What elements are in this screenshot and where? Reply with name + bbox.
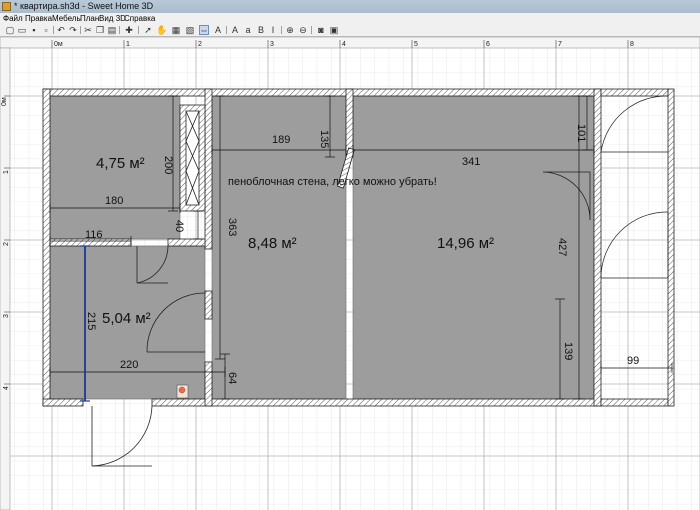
save-icon[interactable]: ▪ [29, 25, 39, 35]
pan-icon[interactable]: ✋ [156, 25, 167, 35]
bold-text-icon[interactable]: B [256, 25, 266, 35]
dim-label-189: 189 [272, 134, 290, 146]
top-ruler[interactable] [0, 37, 700, 49]
ruler-top-2: 2 [198, 41, 202, 48]
ruler-left-0: 0м [1, 97, 8, 106]
save-as-icon[interactable]: ▫ [41, 25, 51, 35]
new-icon[interactable]: ▢ [5, 25, 15, 35]
open-icon[interactable]: ▭ [17, 25, 27, 35]
dim-label-363: 363 [226, 218, 238, 236]
increase-text-icon[interactable]: A [230, 25, 240, 35]
dim-label-135: 135 [318, 130, 330, 148]
dim-label-200: 200 [162, 156, 174, 174]
window-title: * квартира.sh3d - Sweet Home 3D [14, 1, 154, 11]
paste-icon[interactable]: ▤ [107, 25, 117, 35]
ruler-top-8: 8 [630, 41, 634, 48]
decrease-text-icon[interactable]: a [243, 25, 253, 35]
zoom-out-icon[interactable]: ⊖ [298, 25, 308, 35]
create-rooms-icon[interactable]: ▧ [185, 25, 195, 35]
add-furniture-icon[interactable]: ✚ [124, 25, 134, 35]
menu-furniture[interactable]: Мебель [52, 13, 81, 24]
create-video-icon[interactable]: ▣ [329, 25, 339, 35]
menu-help[interactable]: Справка [124, 13, 155, 24]
create-dimensions-icon[interactable]: ⇔ [199, 25, 209, 35]
create-walls-icon[interactable]: ▦ [171, 25, 181, 35]
ruler-left-3: 3 [3, 314, 10, 318]
ruler-left-1: 1 [3, 170, 10, 174]
ruler-top-5: 5 [414, 41, 418, 48]
dim-label-139: 139 [562, 342, 574, 360]
ruler-top-3: 3 [270, 41, 274, 48]
wall-note[interactable]: пеноблочная стена, легко можно убрать! [228, 176, 437, 188]
app-icon [2, 2, 11, 11]
furniture-item[interactable] [176, 384, 189, 399]
dim-label-116: 116 [85, 229, 103, 241]
plan-view[interactable]: 0м 1 2 3 4 5 6 7 8 0м 1 2 3 4 180 200 18… [0, 37, 700, 510]
ruler-top-6: 6 [486, 41, 490, 48]
ruler-left-4: 4 [3, 386, 10, 390]
ruler-top-4: 4 [342, 41, 346, 48]
ruler-left-2: 2 [3, 242, 10, 246]
select-icon[interactable]: ➚ [143, 25, 153, 35]
room-area-4: 5,04 м² [102, 310, 151, 327]
copy-icon[interactable]: ❐ [95, 25, 105, 35]
ruler-top-7: 7 [558, 41, 562, 48]
zoom-in-icon[interactable]: ⊕ [285, 25, 295, 35]
dim-label-101: 101 [575, 124, 587, 142]
dim-label-99: 99 [627, 355, 639, 367]
title-bar: * квартира.sh3d - Sweet Home 3D [0, 0, 700, 13]
menu-edit[interactable]: Правка [25, 13, 52, 24]
create-photo-icon[interactable]: ◙ [316, 25, 326, 35]
cut-icon[interactable]: ✂ [83, 25, 93, 35]
menu-plan[interactable]: План [80, 13, 99, 24]
ruler-top-0: 0м [54, 41, 63, 48]
dim-label-220: 220 [120, 359, 138, 371]
undo-icon[interactable]: ↶ [56, 25, 66, 35]
dim-label-180: 180 [105, 195, 123, 207]
room-area-1: 4,75 м² [96, 155, 145, 172]
ruler-top-1: 1 [126, 41, 130, 48]
create-labels-icon[interactable]: A [213, 25, 223, 35]
left-ruler[interactable] [0, 47, 11, 510]
dim-label-40: 40 [173, 220, 185, 232]
italic-text-icon[interactable]: I [268, 25, 278, 35]
dim-label-64: 64 [226, 372, 238, 384]
dim-label-341: 341 [462, 156, 480, 168]
menu-3d-view[interactable]: Вид 3D [99, 13, 126, 24]
redo-icon[interactable]: ↷ [68, 25, 78, 35]
ventilation-shaft[interactable] [179, 104, 206, 212]
room-area-2: 8,48 м² [248, 235, 297, 252]
room-area-3: 14,96 м² [437, 235, 494, 252]
menu-file[interactable]: Файл [3, 13, 23, 24]
dim-label-427: 427 [556, 238, 568, 256]
toolbar: ▢ ▭ ▪ ▫ ↶ ↷ ✂ ❐ ▤ ✚ ➚ ✋ ▦ ▧ ⇔ A A a B I … [0, 24, 700, 37]
dim-label-215: 215 [85, 312, 97, 330]
